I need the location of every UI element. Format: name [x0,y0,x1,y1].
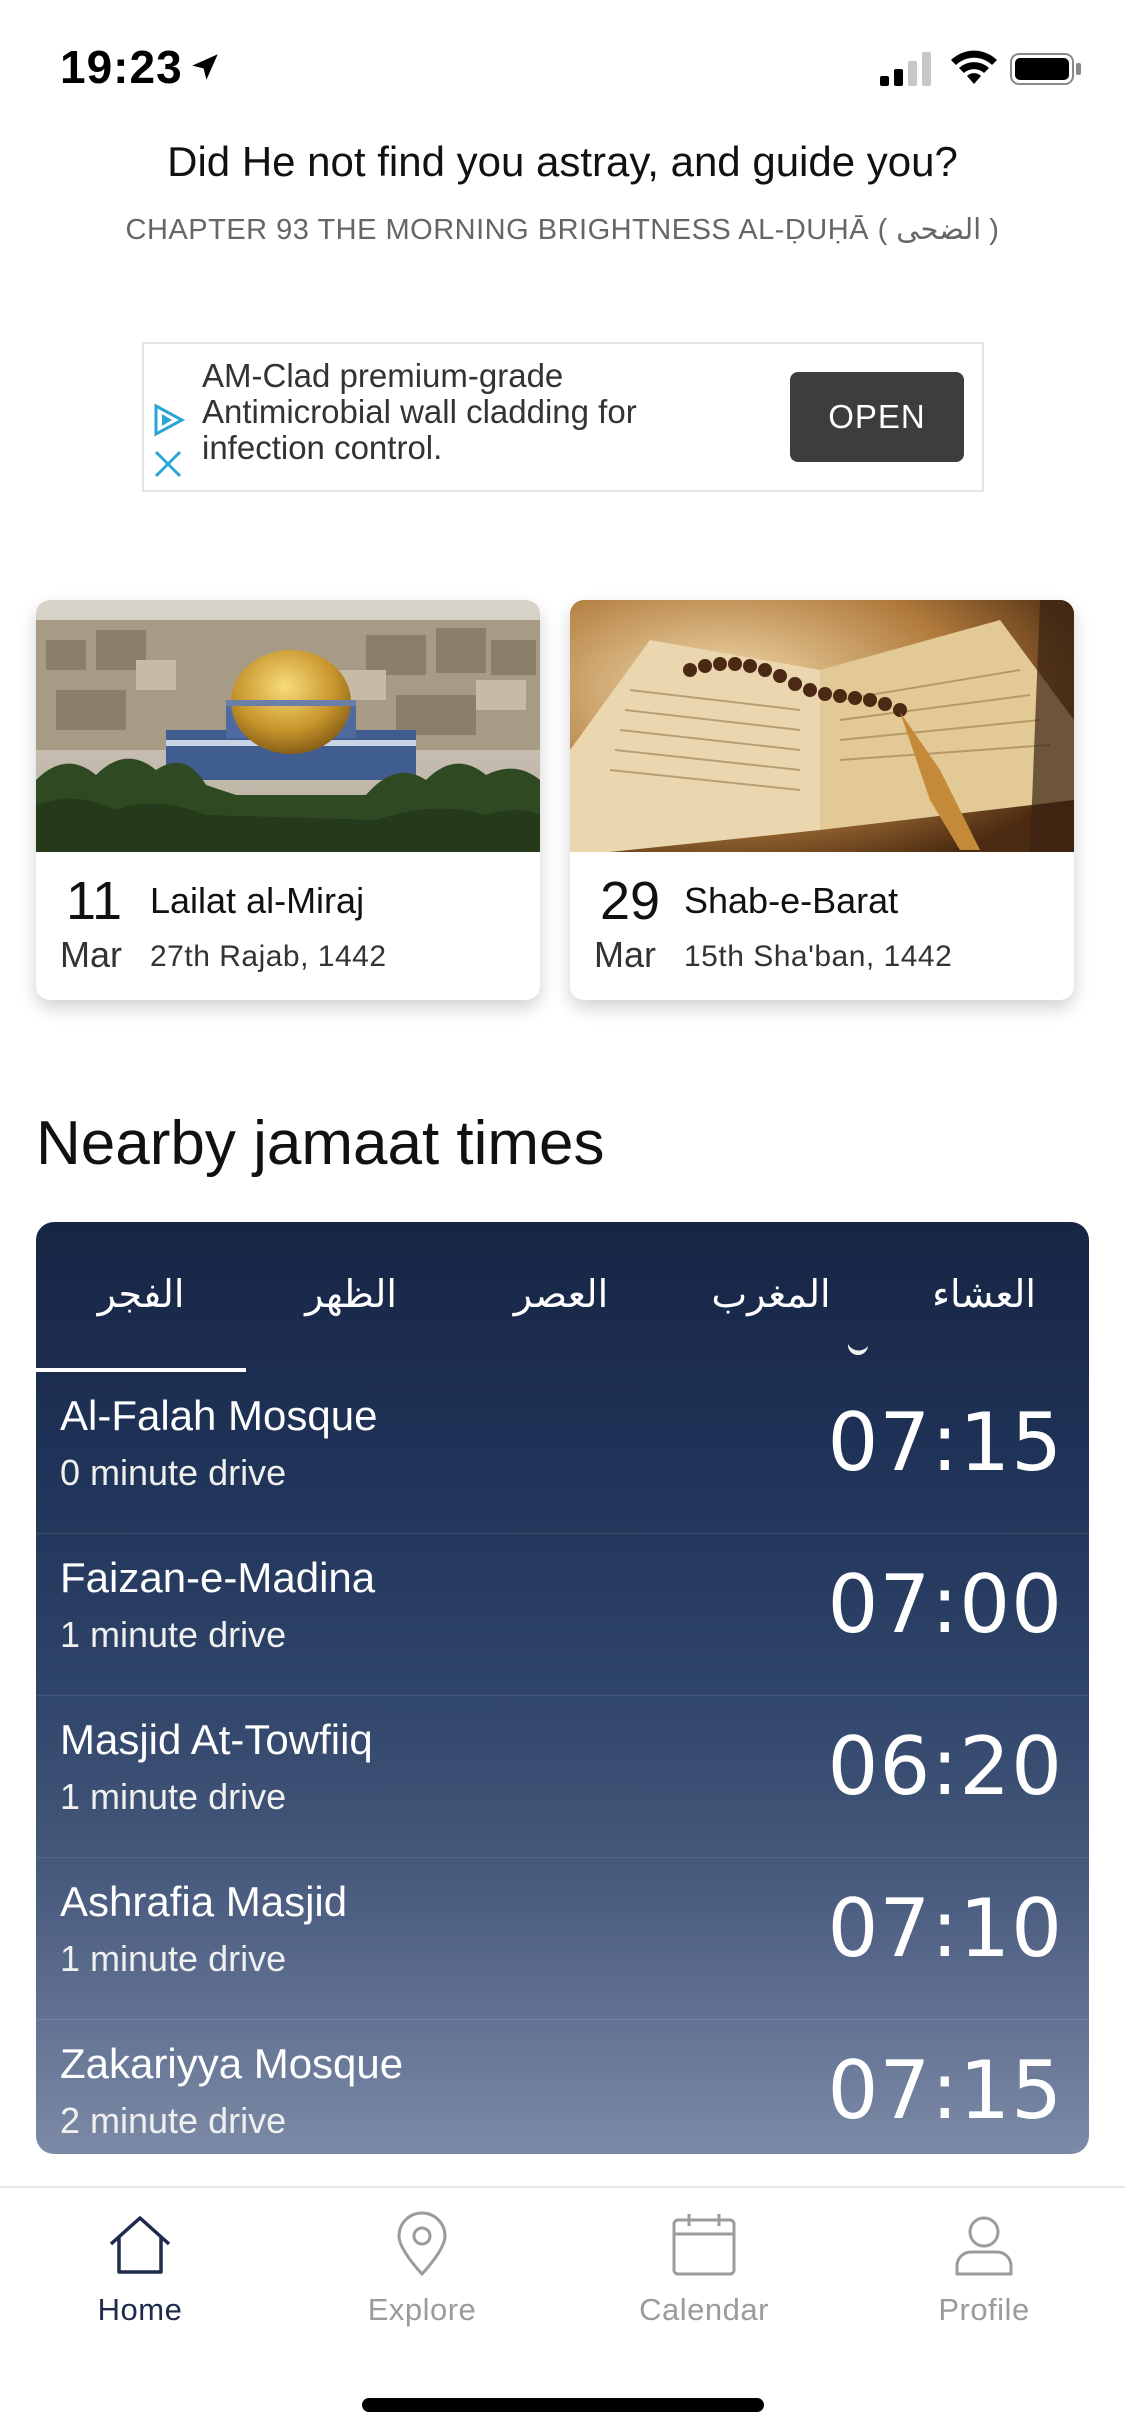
section-title: Nearby jamaat times [36,1109,605,1178]
event-month: Mar [594,934,656,975]
jamaat-time: 07:15 [827,2044,1063,2137]
cellular-signal-icon [880,52,931,86]
tab-fajr[interactable]: الفجر [36,1272,246,1316]
mosque-name: Masjid At-Towfiiq [60,1716,373,1763]
location-pin-icon [397,2211,447,2277]
jamaat-time: 06:20 [827,1720,1063,1813]
mosque-row[interactable]: Masjid At-Towfiiq 1 minute drive 06:20 [36,1696,1089,1858]
event-card-lailat-al-miraj[interactable]: 11 Mar Lailat al-Miraj 27th Rajab, 1442 [36,600,540,1000]
mosque-drive-time: 1 minute drive [60,1614,287,1655]
event-hijri-date: 27th Rajab, 1442 [150,940,387,973]
tab-label: Calendar [639,2292,769,2327]
mosque-name: Faizan-e-Madina [60,1554,376,1601]
location-arrow-icon [192,54,218,80]
ad-close-icon[interactable] [152,448,184,480]
tab-calendar[interactable]: Calendar [604,2210,804,2360]
event-hijri-date: 15th Sha'ban, 1442 [684,940,953,973]
event-month: Mar [60,934,122,975]
tab-label: Explore [367,2292,477,2327]
mosque-drive-time: 1 minute drive [60,1938,287,1979]
tab-home[interactable]: Home [40,2210,240,2360]
status-time: 19:23 [60,41,183,93]
ad-banner[interactable]: AM-Clad premium-grade Antimicrobial wall… [142,342,984,492]
ad-text: AM-Clad premium-grade Antimicrobial wall… [202,357,637,466]
tab-explore[interactable]: Explore [322,2210,522,2360]
verse-reference: CHAPTER 93 THE MORNING BRIGHTNESS AL-ḌUḤ… [125,214,1000,246]
mosque-name: Ashrafia Masjid [60,1878,348,1925]
verse-text: Did He not find you astray, and guide yo… [167,138,958,185]
mosque-row[interactable]: Ashrafia Masjid 1 minute drive 07:10 [36,1858,1089,2020]
event-title: Lailat al-Miraj [150,880,365,921]
tab-dhuhr[interactable]: الظهر [246,1272,456,1316]
mosque-row[interactable]: Faizan-e-Madina 1 minute drive 07:00 [36,1534,1089,1696]
mosque-drive-time: 0 minute drive [60,1452,287,1493]
tab-label: Profile [938,2292,1030,2327]
tab-maghrib[interactable]: المغرب [666,1272,876,1316]
status-bar: 19:23 [0,0,1125,132]
jamaat-times-panel: الفجر الظهر العصر المغرب العشاء Al-Falah… [36,1222,1089,2154]
person-icon [955,2216,1013,2276]
event-title: Shab-e-Barat [684,880,899,921]
prayer-tabs: الفجر الظهر العصر المغرب العشاء [36,1222,1089,1372]
mosque-drive-time: 1 minute drive [60,1776,287,1817]
tab-asr[interactable]: العصر [456,1272,666,1316]
mosque-name: Zakariyya Mosque [60,2040,404,2087]
ad-choices-icon[interactable] [150,402,186,438]
jamaat-time: 07:00 [827,1558,1063,1651]
jamaat-time: 07:10 [827,1882,1063,1975]
home-icon [109,2216,171,2274]
wifi-icon [951,50,997,84]
dome-of-the-rock-image [36,600,540,852]
event-card-shab-e-barat[interactable]: 29 Mar Shab-e-Barat 15th Sha'ban, 1442 [570,600,1074,1000]
jamaat-time: 07:15 [827,1396,1063,1489]
tab-label: Home [97,2292,183,2327]
crescent-moon-icon [847,1344,868,1356]
event-day: 11 [66,871,123,931]
tab-profile[interactable]: Profile [884,2210,1084,2360]
battery-icon [1010,53,1081,85]
quran-and-prayer-beads-image [570,600,1074,852]
mosque-name: Al-Falah Mosque [60,1392,378,1439]
calendar-icon [672,2214,736,2276]
mosque-row[interactable]: Al-Falah Mosque 0 minute drive 07:15 [36,1372,1089,1534]
tab-isha[interactable]: العشاء [879,1272,1089,1316]
event-day: 29 [600,871,661,931]
mosque-row[interactable]: Zakariyya Mosque 2 minute drive 07:15 [36,2020,1089,2154]
home-indicator[interactable] [362,2398,764,2412]
ad-open-button[interactable]: OPEN [790,372,964,462]
mosque-drive-time: 2 minute drive [60,2100,287,2141]
